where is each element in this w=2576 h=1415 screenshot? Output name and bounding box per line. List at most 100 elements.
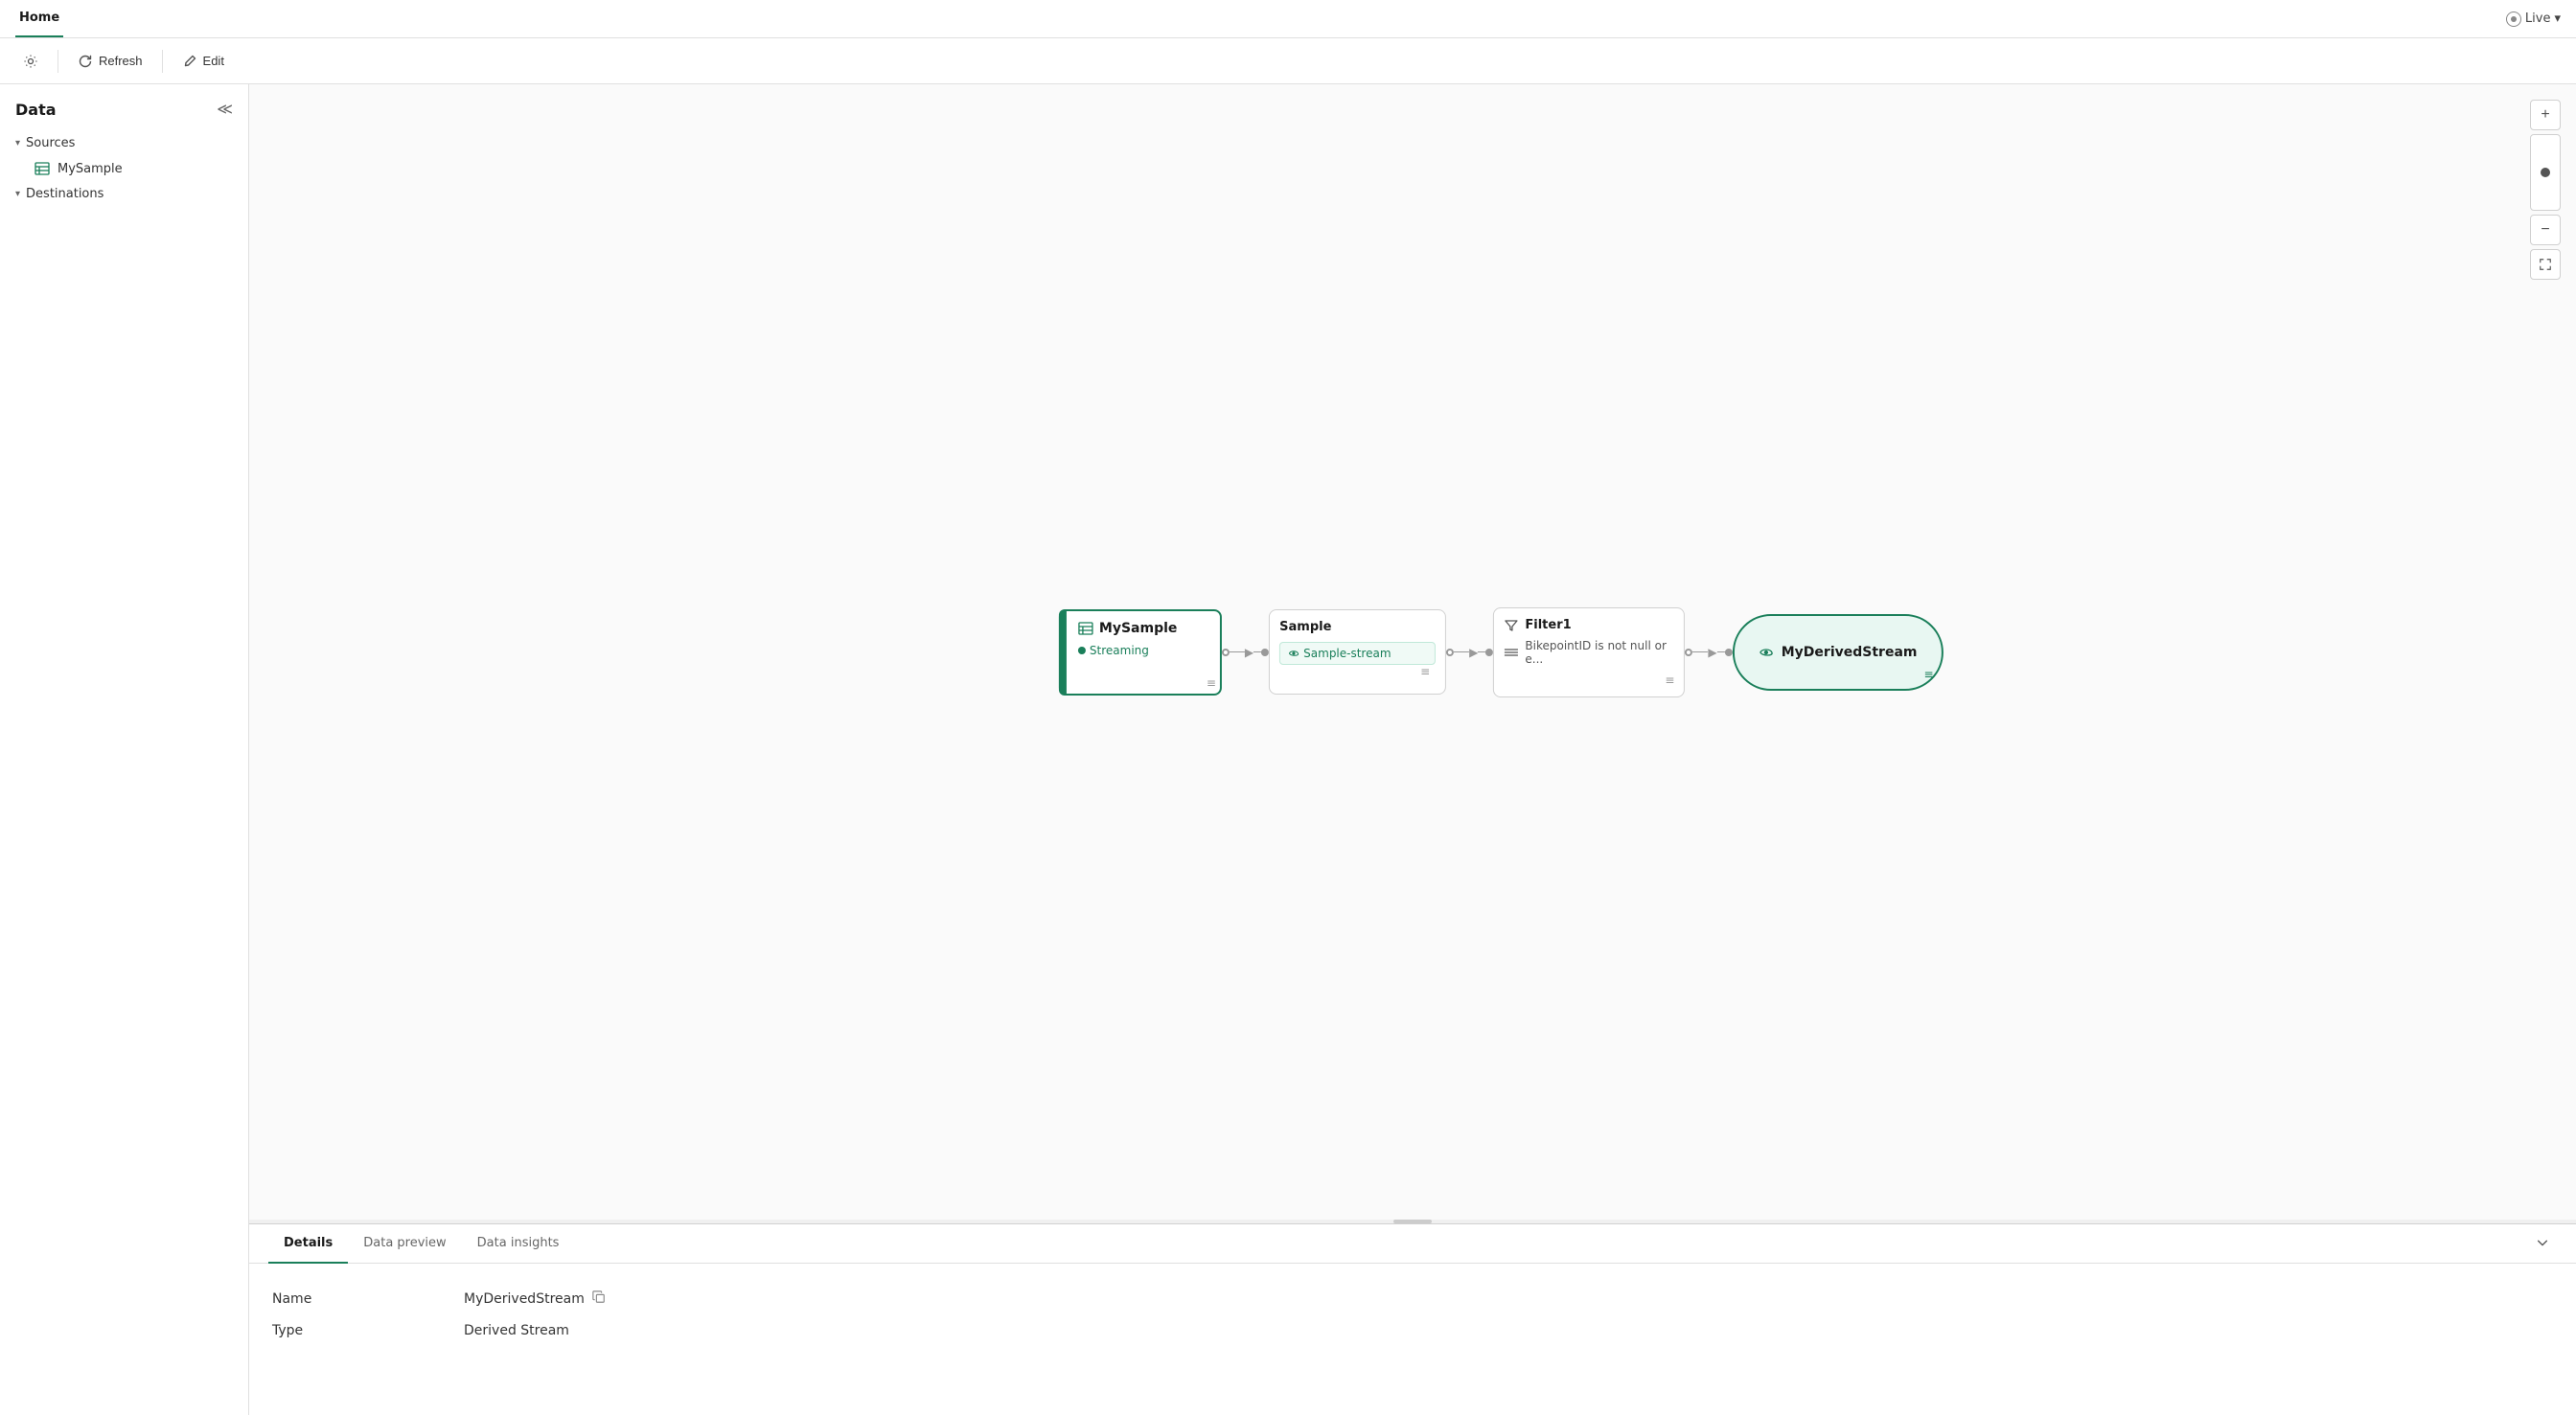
tab-data-insights[interactable]: Data insights: [462, 1224, 575, 1264]
fit-to-screen-button[interactable]: [2530, 249, 2561, 280]
mysample-label: MySample: [58, 162, 123, 176]
connector-line: [1454, 651, 1469, 653]
arrow-icon: ▶: [1245, 646, 1254, 659]
edit-icon: [182, 54, 197, 69]
main-layout: Data ≪ ▾ Sources MySample ▾ Destinations: [0, 84, 2576, 1415]
bottom-panel: Details Data preview Data insights Name …: [249, 1223, 2576, 1415]
eye-icon: [2506, 11, 2521, 27]
filter-condition-text: BikepointID is not null or e...: [1525, 639, 1674, 666]
sample-stream-chip: Sample-stream: [1279, 642, 1436, 665]
source-node-card[interactable]: MySample Streaming ≡: [1059, 609, 1222, 696]
connector-line: [1478, 651, 1485, 653]
zoom-in-button[interactable]: +: [2530, 100, 2561, 130]
sidebar-title: Data: [15, 101, 57, 119]
derived-node-card[interactable]: MyDerivedStream ≡: [1733, 614, 1944, 691]
sources-section-header[interactable]: ▾ Sources: [0, 130, 248, 156]
stream-icon: [1288, 648, 1300, 659]
detail-row-name: Name MyDerivedStream: [272, 1283, 2553, 1315]
filter-node[interactable]: Filter1 BikepointID is not null or e... …: [1493, 607, 1685, 697]
arrow-icon: ▶: [1469, 646, 1478, 659]
sample-node-menu-icon[interactable]: ≡: [1274, 665, 1430, 678]
source-node-title: MySample: [1078, 621, 1210, 636]
connector-dot: [1222, 649, 1230, 656]
panel-tabs: Details Data preview Data insights: [249, 1224, 2576, 1264]
name-value: MyDerivedStream: [464, 1290, 606, 1308]
sidebar: Data ≪ ▾ Sources MySample ▾ Destinations: [0, 84, 249, 1415]
connector-2: ▶: [1446, 646, 1493, 659]
filter-condition: BikepointID is not null or e...: [1504, 639, 1674, 666]
zoom-controls: + −: [2530, 100, 2561, 280]
arrow-icon: ▶: [1708, 646, 1716, 659]
fit-icon: [2539, 258, 2552, 271]
source-node-status: Streaming: [1078, 644, 1210, 657]
filter-icon: [1504, 618, 1519, 633]
refresh-button[interactable]: Refresh: [66, 48, 154, 75]
sources-chevron-icon: ▾: [15, 138, 20, 148]
collapse-sidebar-button[interactable]: ≪: [217, 100, 233, 119]
connector-dot: [1685, 649, 1692, 656]
source-node-content: MySample Streaming: [1061, 611, 1220, 694]
tab-details[interactable]: Details: [268, 1224, 348, 1264]
sample-node-card[interactable]: Sample Sample-stream ≡: [1269, 609, 1446, 695]
derived-stream-icon: [1759, 645, 1774, 660]
copy-icon[interactable]: [592, 1290, 606, 1308]
name-label: Name: [272, 1291, 464, 1307]
canvas[interactable]: MySample Streaming ≡ ▶: [249, 84, 2576, 1220]
derived-node-title: MyDerivedStream: [1782, 645, 1918, 660]
canvas-wrapper: MySample Streaming ≡ ▶: [249, 84, 2576, 1415]
connector-dot: [1725, 649, 1733, 656]
condition-icon: [1504, 645, 1519, 660]
table-icon: [1078, 621, 1093, 636]
refresh-icon: [78, 54, 93, 69]
sidebar-item-mysample[interactable]: MySample: [0, 156, 248, 181]
connector-line: [1254, 651, 1261, 653]
destinations-chevron-icon: ▾: [15, 189, 20, 199]
toolbar: Refresh Edit: [0, 38, 2576, 84]
connector-1: ▶: [1222, 646, 1269, 659]
filter-node-title: Filter1: [1504, 618, 1674, 633]
zoom-out-button[interactable]: −: [2530, 215, 2561, 245]
settings-button[interactable]: [12, 48, 50, 75]
filter-node-menu-icon[interactable]: ≡: [1504, 673, 1674, 687]
sample-node[interactable]: Sample Sample-stream ≡: [1269, 609, 1446, 695]
chevron-down-icon: [2536, 1236, 2549, 1249]
connector-dot: [1261, 649, 1269, 656]
sample-node-title: Sample: [1279, 620, 1436, 634]
top-navigation: Home Live ▾: [0, 0, 2576, 38]
gear-icon: [23, 54, 38, 69]
table-icon: [34, 161, 50, 176]
status-dot: [1078, 647, 1086, 654]
derived-stream-node[interactable]: MyDerivedStream ≡: [1733, 614, 1944, 691]
tab-data-preview[interactable]: Data preview: [348, 1224, 461, 1264]
connector-line: [1692, 651, 1708, 653]
live-badge[interactable]: Live ▾: [2506, 11, 2561, 27]
refresh-label: Refresh: [99, 54, 143, 68]
live-label: Live: [2525, 11, 2551, 26]
destinations-section-header[interactable]: ▾ Destinations: [0, 181, 248, 207]
collapse-panel-button[interactable]: [2528, 1228, 2557, 1260]
stream-label: Sample-stream: [1303, 647, 1391, 660]
connector-line: [1717, 651, 1725, 653]
connector-3: ▶: [1685, 646, 1732, 659]
detail-row-type: Type Derived Stream: [272, 1315, 2553, 1346]
sidebar-header: Data ≪: [0, 96, 248, 130]
panel-content: Name MyDerivedStream Type Derived Stre: [249, 1264, 2576, 1365]
separator: [162, 50, 163, 73]
zoom-slider-handle[interactable]: [2541, 168, 2550, 177]
home-tab[interactable]: Home: [15, 0, 63, 37]
flow-diagram: MySample Streaming ≡ ▶: [1059, 607, 1944, 697]
type-value: Derived Stream: [464, 1323, 569, 1338]
type-label: Type: [272, 1323, 464, 1338]
edit-button[interactable]: Edit: [171, 48, 236, 75]
source-node-accent: [1059, 609, 1067, 696]
name-value-text: MyDerivedStream: [464, 1291, 585, 1307]
destinations-label: Destinations: [26, 187, 104, 201]
edit-label: Edit: [203, 54, 224, 68]
source-node[interactable]: MySample Streaming ≡: [1059, 609, 1222, 696]
connector-line: [1230, 651, 1245, 653]
derived-node-menu-icon[interactable]: ≡: [1924, 668, 1934, 681]
filter-node-card[interactable]: Filter1 BikepointID is not null or e... …: [1493, 607, 1685, 697]
connector-dot: [1485, 649, 1493, 656]
source-node-menu-icon[interactable]: ≡: [1207, 676, 1216, 690]
chevron-down-icon: ▾: [2554, 11, 2561, 26]
